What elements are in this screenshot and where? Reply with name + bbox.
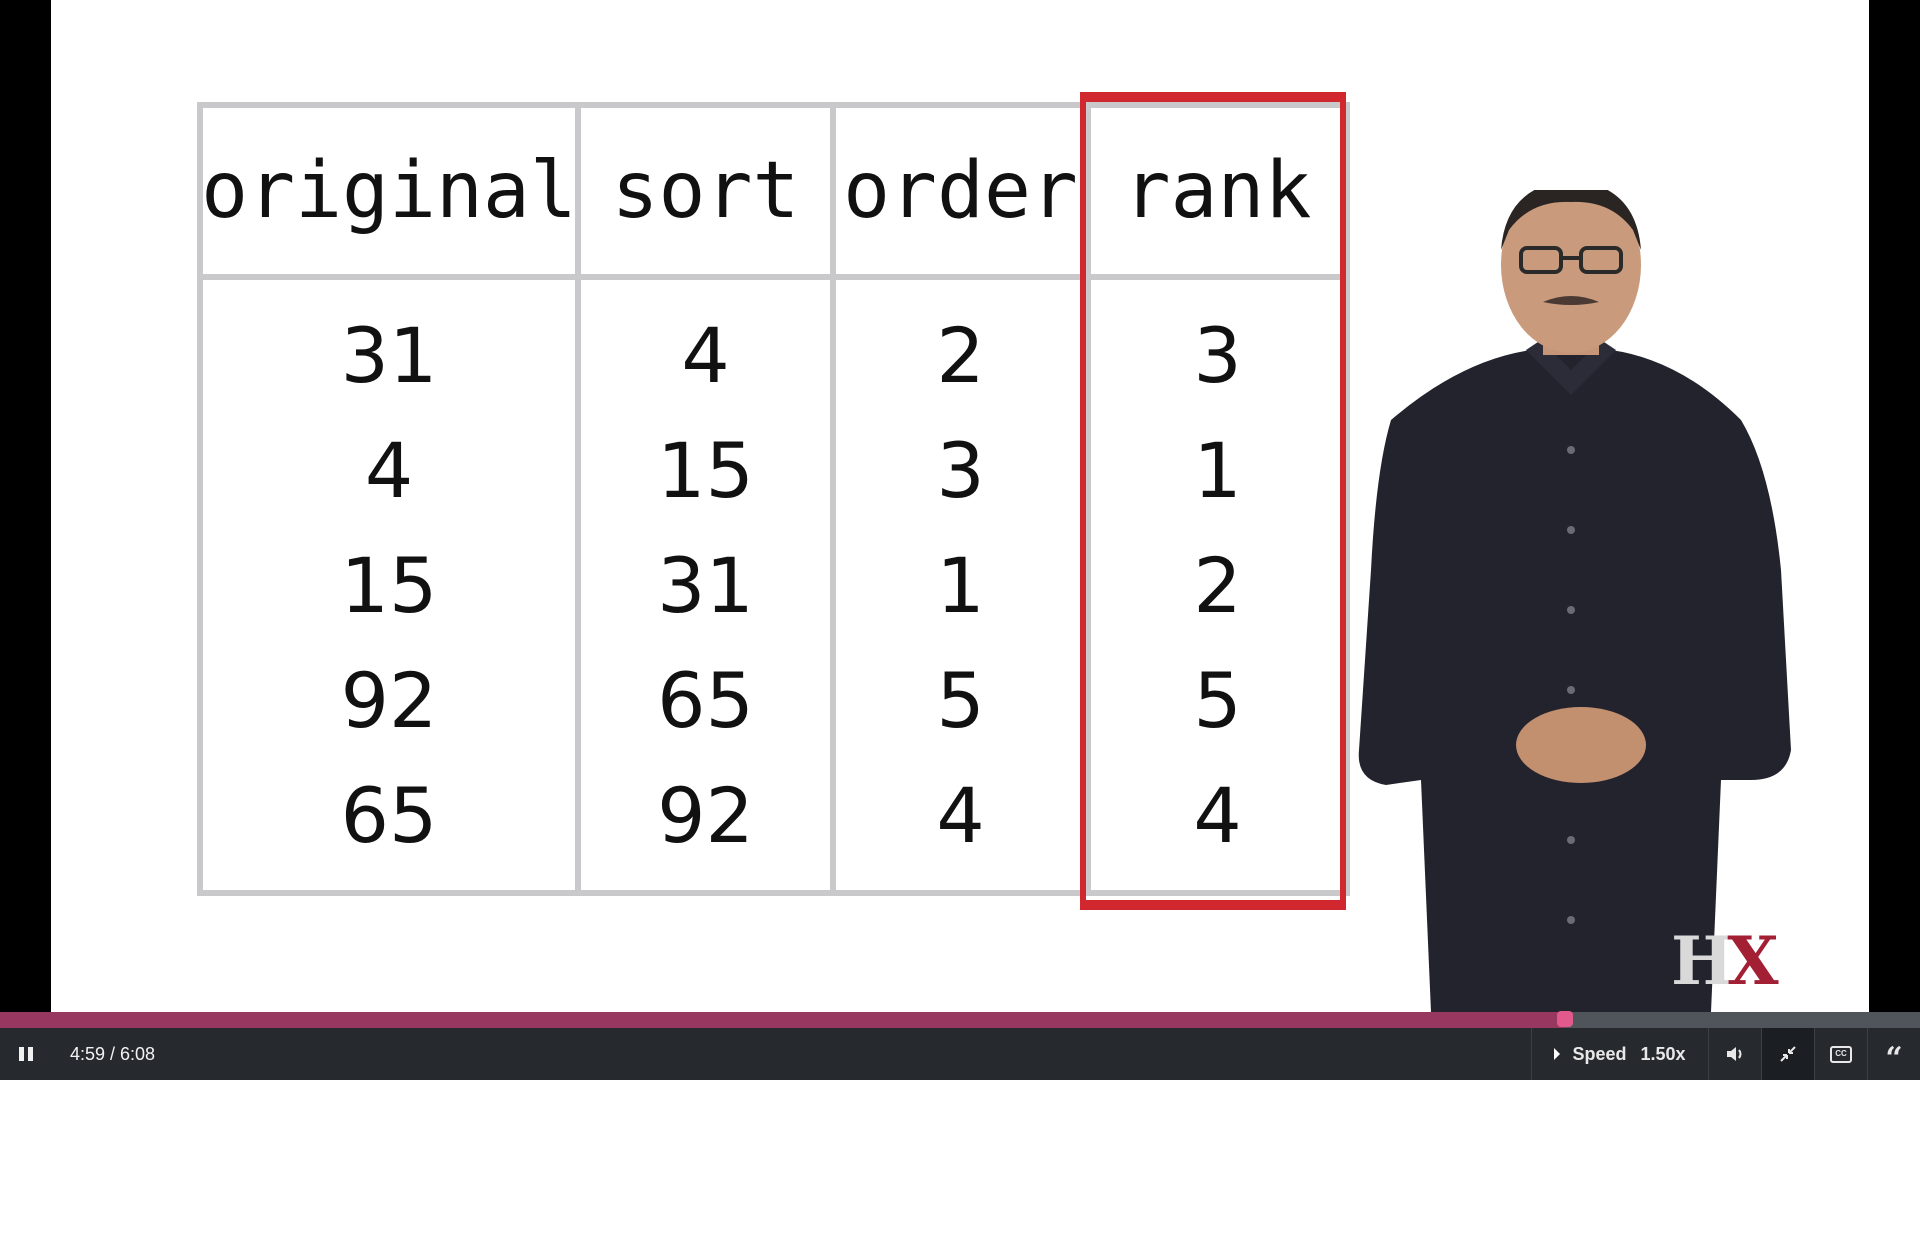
logo-x: X: [1727, 922, 1778, 1000]
presenter-figure: [1358, 190, 1791, 1012]
progress-bar[interactable]: [0, 1011, 1920, 1028]
cell: 3: [936, 426, 985, 515]
fullscreen-button[interactable]: [1761, 1028, 1814, 1080]
cell: 4: [681, 311, 730, 400]
column-original: original 31 4 15 92 65: [201, 108, 581, 890]
harvardx-logo: HX: [1671, 922, 1779, 1000]
cell: 2: [936, 311, 985, 400]
video-frame[interactable]: original 31 4 15 92 65 sort 4 15 31 65 9…: [0, 0, 1920, 1012]
logo-h: H: [1671, 922, 1733, 1000]
cell: 92: [657, 771, 754, 860]
cell: 31: [657, 541, 754, 630]
cell: 15: [657, 426, 754, 515]
cell: 15: [340, 541, 438, 630]
column-sort: sort 4 15 31 65 92: [581, 108, 836, 890]
pause-icon: [19, 1047, 33, 1061]
speed-value: 1.50x: [1640, 1043, 1686, 1064]
speed-button[interactable]: Speed 1.50x: [1531, 1028, 1708, 1080]
lecture-slide: original 31 4 15 92 65 sort 4 15 31 65 9…: [51, 0, 1869, 1012]
control-bar: 4:59 / 6:08 Speed 1.50x CC “: [0, 1028, 1920, 1080]
time-display: 4:59 / 6:08: [70, 1043, 156, 1064]
exit-fullscreen-icon: [1780, 1046, 1796, 1062]
cell: 1: [936, 541, 985, 630]
captions-button[interactable]: CC: [1814, 1028, 1867, 1080]
transcript-button[interactable]: “: [1867, 1028, 1920, 1080]
cell: 65: [340, 771, 438, 860]
cell: 31: [340, 311, 438, 400]
header-original: original: [201, 108, 577, 280]
cell: 4: [364, 426, 414, 515]
cell: 92: [340, 656, 438, 745]
column-order: order 2 3 1 5 4: [836, 108, 1091, 890]
speed-label: Speed: [1572, 1043, 1627, 1064]
transcript-quote-icon: “: [1885, 1041, 1903, 1076]
cell: 5: [936, 656, 985, 745]
play-pause-button[interactable]: [0, 1028, 52, 1080]
video-player: original 31 4 15 92 65 sort 4 15 31 65 9…: [0, 0, 1920, 1080]
volume-button[interactable]: [1708, 1028, 1761, 1080]
closed-captions-icon: CC: [1830, 1045, 1852, 1063]
header-order: order: [836, 108, 1085, 280]
volume-icon: [1727, 1047, 1742, 1061]
progress-fill: [0, 1012, 1565, 1028]
cell: 4: [936, 771, 985, 860]
progress-handle[interactable]: [1556, 1011, 1573, 1027]
cell: 65: [657, 656, 754, 745]
caret-right-icon: [1554, 1048, 1561, 1060]
header-sort: sort: [581, 108, 830, 280]
rank-comparison-table: original 31 4 15 92 65 sort 4 15 31 65 9…: [197, 102, 1350, 896]
